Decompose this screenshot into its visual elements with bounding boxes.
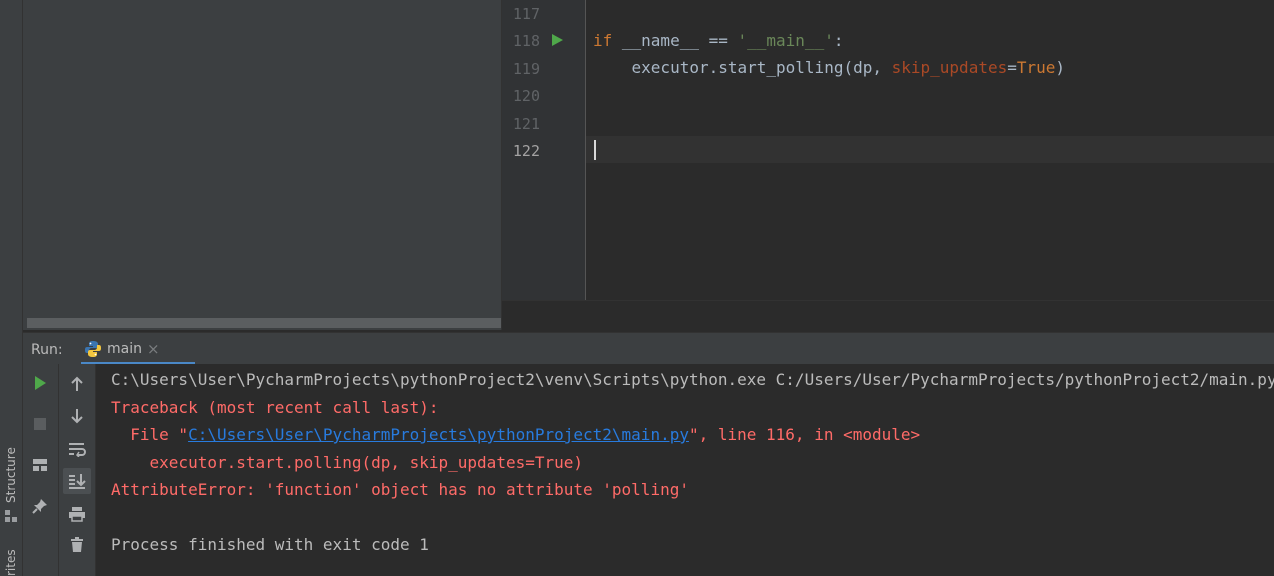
scroll-up-button[interactable] [65, 372, 89, 396]
python-icon [85, 341, 101, 357]
layout-button[interactable] [28, 453, 52, 477]
clear-all-button[interactable] [65, 533, 89, 557]
trash-icon [71, 537, 83, 552]
favorites-tool-tab[interactable]: rites [0, 540, 22, 576]
arrow-up-icon [71, 376, 83, 391]
print-icon [69, 507, 85, 522]
line-number: 117 [512, 5, 540, 23]
line-number: 119 [512, 60, 540, 78]
console-command-line: C:\Users\User\PycharmProjects\pythonProj… [111, 370, 1274, 389]
run-tab-main[interactable]: main × [81, 333, 195, 365]
run-toolbar-secondary [59, 364, 96, 576]
stop-icon [34, 418, 46, 430]
structure-tool-tab[interactable]: Structure [0, 445, 22, 525]
console-file-link[interactable]: C:\Users\User\PycharmProjects\pythonProj… [188, 425, 689, 444]
run-tool-window-header: Run: main × [23, 332, 1274, 365]
editor-bottom-area [502, 300, 1274, 331]
current-line-highlight [586, 136, 1274, 163]
stop-button[interactable] [28, 412, 52, 436]
run-gutter-icon[interactable] [552, 34, 563, 46]
soft-wrap-icon [69, 443, 86, 457]
print-button[interactable] [65, 502, 89, 526]
structure-tab-label: Structure [4, 447, 18, 503]
project-horizontal-scrollbar[interactable] [27, 318, 501, 328]
console-error-message: AttributeError: 'function' object has no… [111, 480, 689, 499]
line-number: 118 [512, 32, 540, 50]
console-traceback-header: Traceback (most recent call last): [111, 398, 439, 417]
console-traceback-code-line: executor.start.polling(dp, skip_updates=… [111, 453, 584, 472]
project-panel [23, 0, 502, 330]
pin-tab-button[interactable] [28, 494, 52, 518]
left-tool-strip: Structure rites [0, 0, 23, 576]
run-icon [35, 376, 46, 390]
line-number: 120 [512, 87, 540, 105]
line-number: 121 [512, 115, 540, 133]
run-label: Run: [31, 342, 63, 358]
soft-wrap-button[interactable] [65, 437, 89, 461]
layout-icon [33, 459, 47, 471]
console-traceback-file-line: File "C:\Users\User\PycharmProjects\pyth… [111, 425, 921, 444]
scroll-down-button[interactable] [65, 404, 89, 428]
scroll-to-end-icon [69, 474, 86, 489]
scroll-to-end-button[interactable] [63, 468, 91, 494]
editor-gutter: 117 118 119 120 121 122 [502, 0, 586, 300]
code-line-118: if __name__ == '__main__': [593, 31, 844, 50]
run-console-output[interactable]: C:\Users\User\PycharmProjects\pythonProj… [96, 364, 1274, 576]
structure-icon [5, 510, 17, 522]
code-editor[interactable]: 117 118 119 120 121 122 if __name__ == '… [502, 0, 1274, 300]
rerun-button[interactable] [28, 371, 52, 395]
arrow-down-icon [71, 409, 83, 424]
line-number-current: 122 [512, 142, 540, 160]
console-exit-message: Process finished with exit code 1 [111, 535, 429, 554]
run-tab-label: main [107, 341, 142, 357]
text-caret [594, 140, 596, 160]
run-toolbar-primary [23, 364, 59, 576]
close-icon[interactable]: × [147, 340, 160, 358]
pin-icon [32, 499, 47, 514]
favorites-tab-label: rites [4, 549, 18, 576]
code-line-119: executor.start_polling(dp, skip_updates=… [593, 58, 1066, 77]
